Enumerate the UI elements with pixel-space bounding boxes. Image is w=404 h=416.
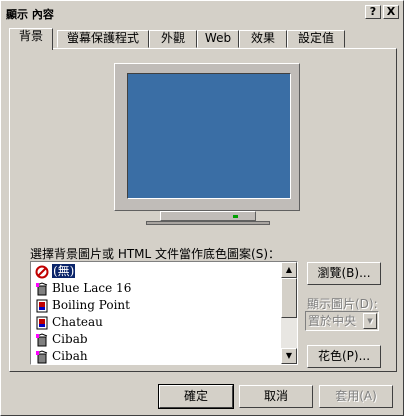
desktop-preview-screen	[127, 73, 291, 199]
list-item[interactable]: Cibah	[35, 348, 88, 364]
display-mode-label: 顯示圖片(D):	[307, 297, 378, 311]
tab-appearance[interactable]: 外觀	[149, 30, 197, 48]
wallpaper-list-label: 選擇背景圖片或 HTML 文件當作底色圖案(S)：	[30, 247, 281, 261]
dialog-window: 顯示 內容 ? X 背景 螢幕保護程式 外觀 Web 效果 設定值 選擇背景圖片…	[0, 0, 404, 416]
tab-effects[interactable]: 效果	[239, 30, 287, 48]
apply-button[interactable]: 套用(A)	[319, 385, 393, 408]
list-item[interactable]: Cibab	[35, 331, 88, 348]
tab-settings[interactable]: 設定值	[287, 30, 345, 48]
tab-screensaver[interactable]: 螢幕保護程式	[57, 30, 149, 48]
ok-button[interactable]: 確定	[158, 384, 234, 409]
list-item[interactable]: Chateau	[35, 314, 103, 331]
none-icon	[35, 265, 49, 278]
list-item[interactable]: (無)	[35, 263, 76, 280]
cancel-button[interactable]: 取消	[239, 385, 313, 408]
image-file-icon	[36, 316, 48, 329]
display-mode-value: 置於中央	[308, 314, 357, 328]
monitor-preview	[114, 63, 300, 211]
help-button[interactable]: ?	[365, 5, 381, 19]
paint-bucket-icon	[36, 349, 48, 363]
wallpaper-list[interactable]: (無) Blue Lace 16 Boiling Point Chateau C…	[30, 261, 298, 365]
close-button[interactable]: X	[383, 5, 399, 19]
list-scrollbar[interactable]: ▲ ▼	[281, 262, 297, 364]
list-item[interactable]: Blue Lace 16	[35, 280, 131, 297]
monitor-stand	[160, 211, 256, 221]
dropdown-arrow-icon[interactable]: ▼	[363, 313, 377, 329]
display-mode-select[interactable]: 置於中央 ▼	[305, 311, 379, 331]
paint-bucket-icon	[36, 281, 48, 295]
scroll-down-arrow-icon[interactable]: ▼	[281, 348, 297, 364]
paint-bucket-icon	[36, 332, 48, 346]
power-led	[233, 215, 238, 218]
image-file-icon	[36, 299, 48, 312]
monitor-base	[146, 221, 270, 225]
tab-web[interactable]: Web	[197, 30, 239, 48]
window-title: 顯示 內容	[6, 8, 54, 21]
scroll-thumb[interactable]	[281, 278, 297, 318]
title-bar: 顯示 內容 ? X	[3, 3, 401, 21]
tab-background[interactable]: 背景	[9, 28, 53, 50]
list-item[interactable]: Boiling Point	[35, 297, 130, 314]
browse-button[interactable]: 瀏覽(B)...	[307, 262, 381, 285]
scroll-up-arrow-icon[interactable]: ▲	[281, 262, 297, 278]
pattern-button[interactable]: 花色(P)...	[307, 345, 381, 368]
